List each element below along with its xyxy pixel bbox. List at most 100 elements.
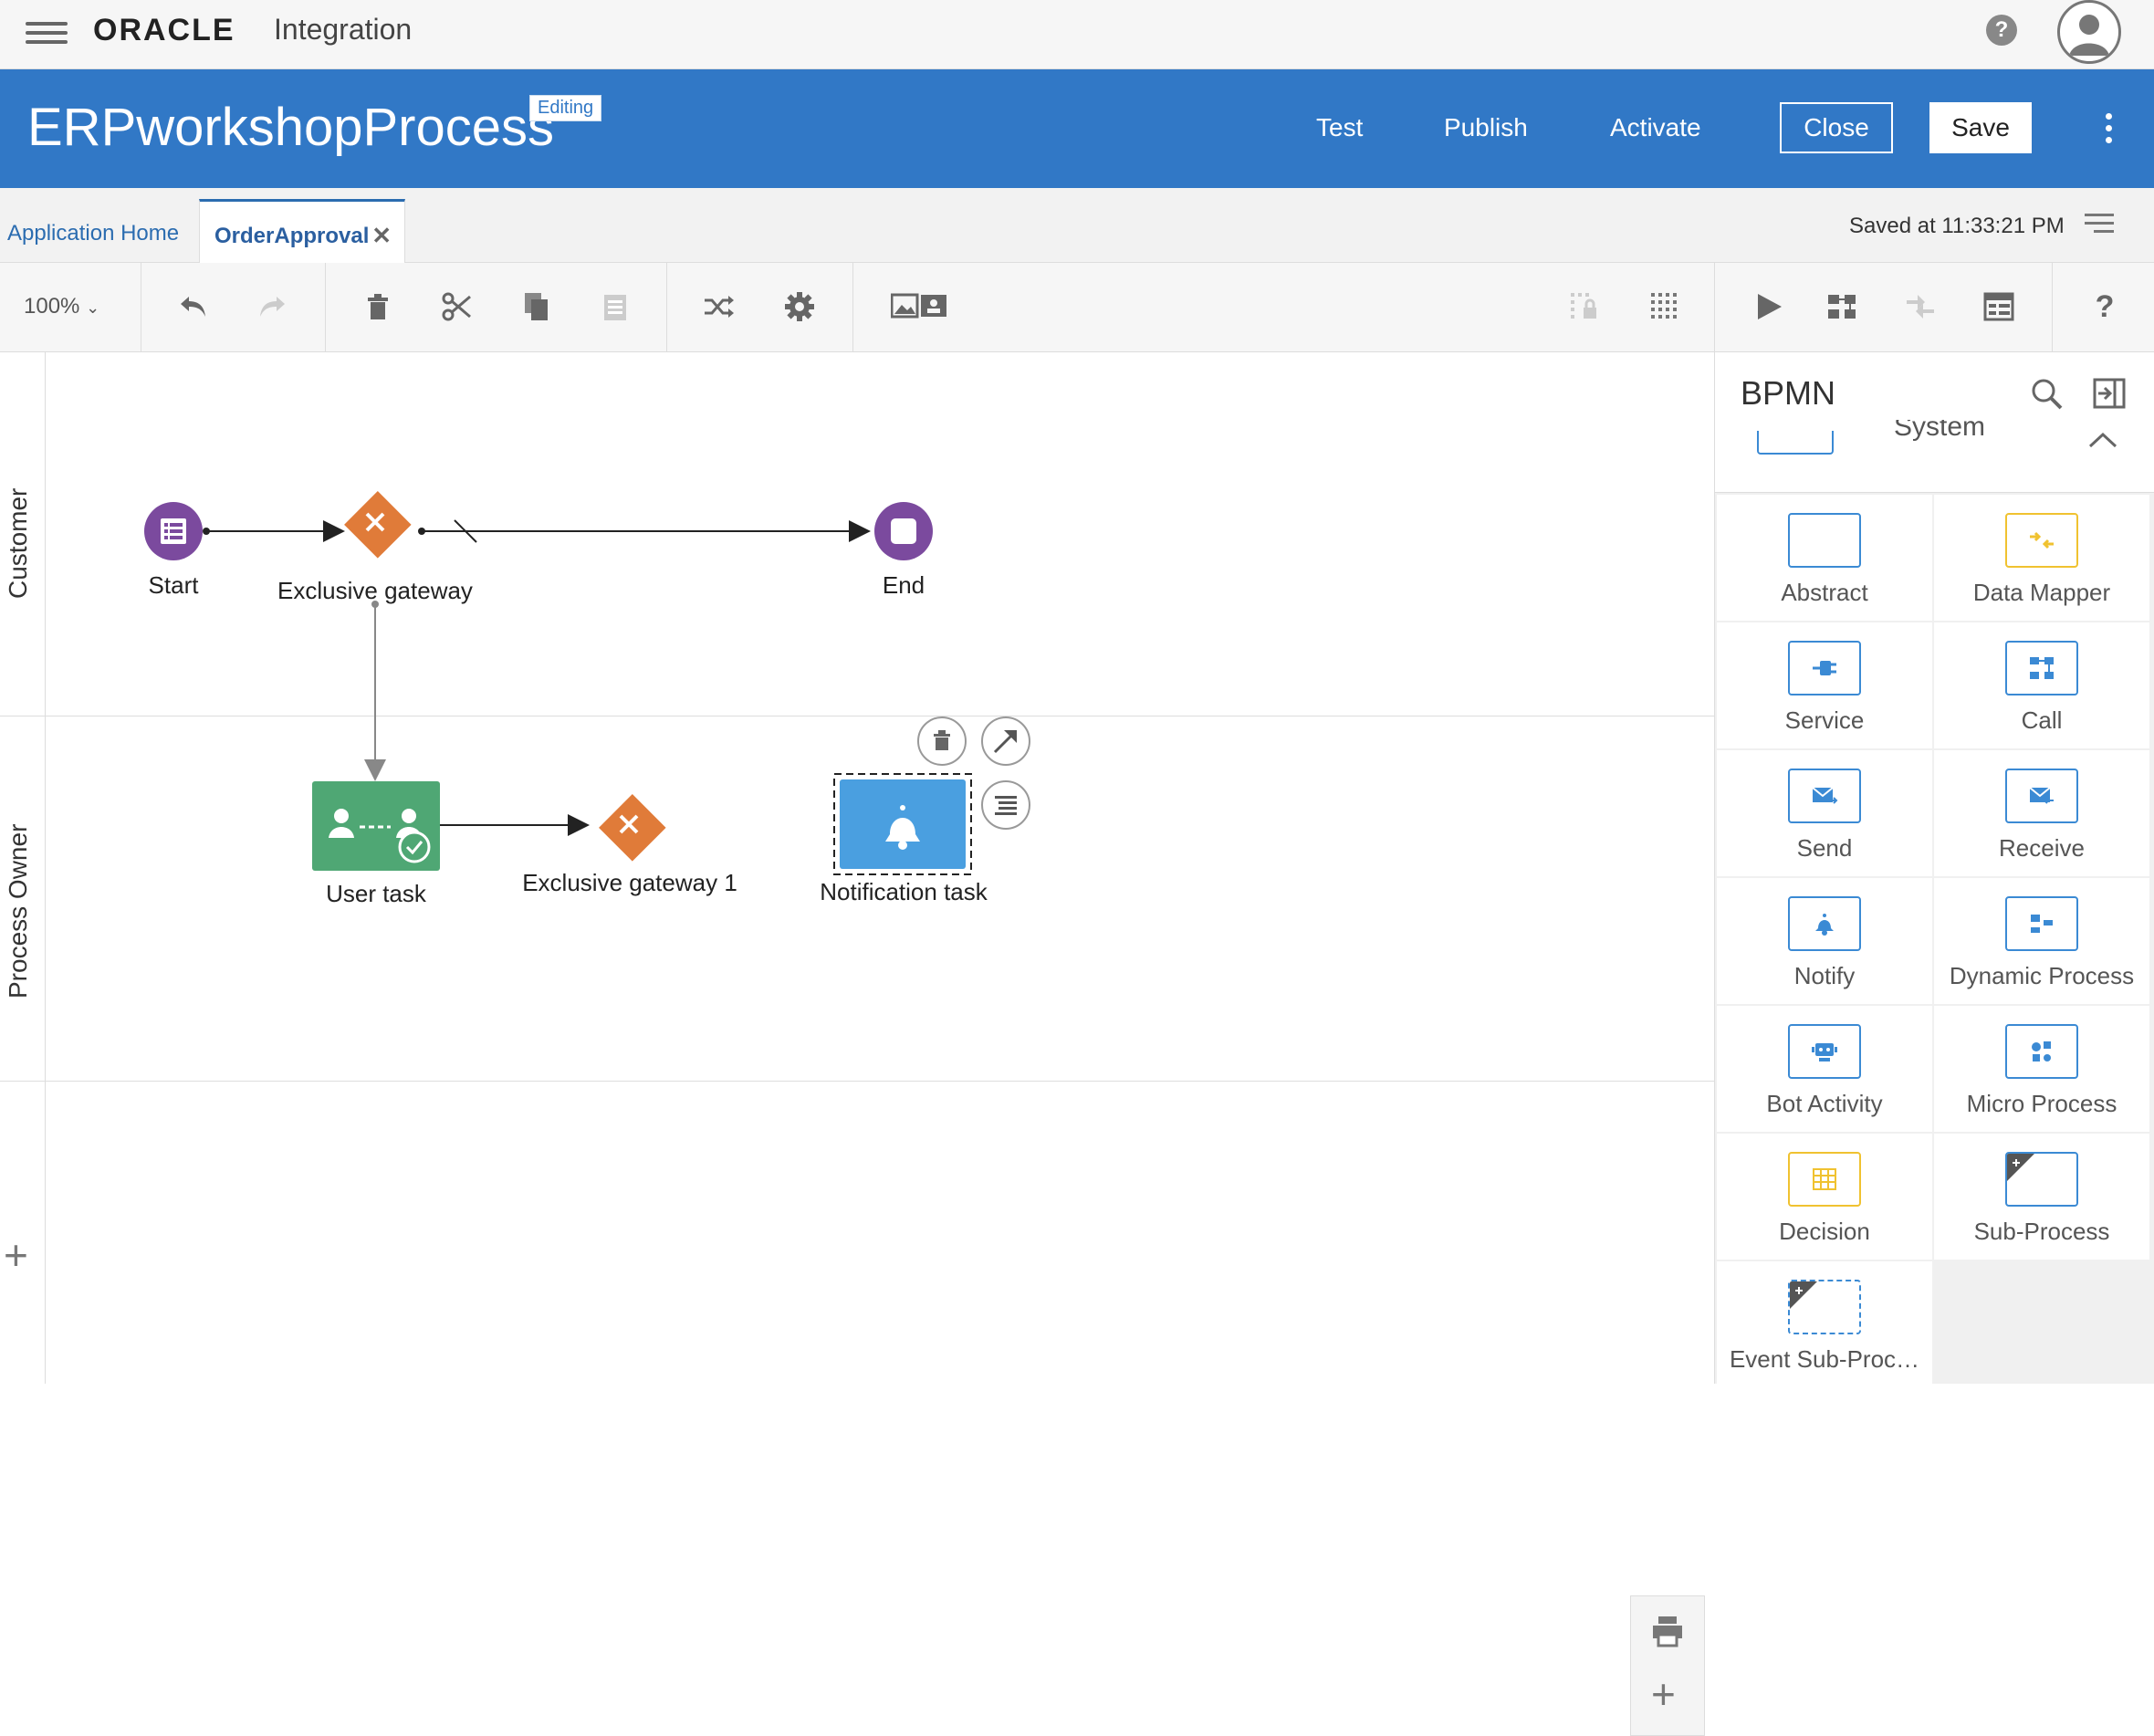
- sequence-flow[interactable]: [203, 520, 345, 542]
- collapse-panel-icon[interactable]: [2093, 378, 2126, 413]
- palette-item-label: Send: [1796, 834, 1853, 862]
- start-event-label: Start: [148, 571, 199, 599]
- send-envelope-icon: [1788, 769, 1861, 823]
- user-task[interactable]: [312, 781, 440, 871]
- flow-diagram: [144, 491, 1030, 875]
- palette-item-label: Dynamic Process: [1949, 962, 2135, 989]
- default-sequence-flow[interactable]: [418, 519, 871, 543]
- end-event[interactable]: [874, 502, 933, 560]
- copy-icon[interactable]: [518, 288, 555, 325]
- gateway-1-label: Exclusive gateway 1: [522, 869, 737, 896]
- test-button[interactable]: Test: [1316, 113, 1363, 142]
- palette-item-dynamic-process[interactable]: Dynamic Process: [1934, 878, 2149, 1004]
- shuffle-icon[interactable]: [701, 288, 737, 325]
- palette-item-notify[interactable]: Notify: [1717, 878, 1932, 1004]
- palette-title: BPMN: [1741, 374, 1836, 412]
- palette-item-label: Receive: [1999, 834, 2085, 862]
- oracle-logo: ORACLE: [93, 13, 235, 47]
- form-table-icon[interactable]: [1981, 288, 2017, 325]
- chevron-down-icon: ⌄: [86, 298, 100, 317]
- search-icon[interactable]: [2031, 378, 2064, 415]
- editor-toolbar: 100% ⌄ ?: [0, 263, 2154, 352]
- hamburger-menu-icon[interactable]: [26, 16, 68, 49]
- exclusive-gateway[interactable]: [344, 491, 412, 559]
- palette-item-service[interactable]: Service: [1717, 622, 1932, 748]
- sub-process-icon: [2005, 1152, 2078, 1207]
- palette-item-label: Service: [1784, 706, 1865, 734]
- context-connect-arrow-icon[interactable]: [981, 716, 1030, 766]
- list-menu-icon[interactable]: [2085, 214, 2114, 239]
- bpmn-palette: BPMN System Abstract Data Mapper Service…: [1714, 352, 2154, 1387]
- palette-item-receive[interactable]: Receive: [1934, 750, 2149, 876]
- canvas-zoom-widget: +: [1630, 1595, 1705, 1736]
- palette-item-decision[interactable]: Decision: [1717, 1134, 1932, 1260]
- chevron-up-icon[interactable]: [2087, 431, 2118, 454]
- exclusive-gateway-1[interactable]: [599, 794, 666, 862]
- top-bar: ORACLE Integration ?: [0, 0, 2154, 69]
- palette-item-data-mapper[interactable]: Data Mapper: [1934, 495, 2149, 621]
- palette-item-bot-activity[interactable]: Bot Activity: [1717, 1006, 1932, 1132]
- palette-item-label: Decision: [1779, 1218, 1870, 1245]
- context-delete-icon[interactable]: [917, 716, 967, 766]
- zoom-in-button[interactable]: +: [1651, 1673, 1676, 1715]
- palette-partial-item-icon: [1757, 431, 1834, 455]
- notification-task-label: Notification task: [820, 878, 988, 905]
- start-event[interactable]: [144, 502, 203, 560]
- play-icon[interactable]: [1751, 288, 1787, 325]
- process-canvas[interactable]: Customer Process Owner + Start Exclusive…: [0, 352, 1714, 1736]
- event-sub-process-icon: [1788, 1280, 1861, 1334]
- flow-icon[interactable]: [1824, 288, 1860, 325]
- delete-icon[interactable]: [360, 288, 396, 325]
- service-plug-icon: [1788, 641, 1861, 695]
- tab-order-approval[interactable]: OrderApproval ✕: [199, 199, 405, 263]
- question-circle-icon[interactable]: ?: [1986, 15, 2017, 46]
- cut-icon[interactable]: [438, 288, 475, 325]
- page-title: ERPworkshopProcess: [27, 98, 554, 157]
- product-name: Integration: [274, 13, 413, 46]
- image-card-icon[interactable]: [891, 288, 947, 325]
- activate-button[interactable]: Activate: [1610, 113, 1701, 142]
- tab-bar: Application Home OrderApproval ✕ Saved a…: [0, 188, 2154, 263]
- undo-icon[interactable]: [175, 288, 212, 325]
- palette-item-sub-process[interactable]: Sub-Process: [1934, 1134, 2149, 1260]
- palette-item-event-sub-process[interactable]: Event Sub-Proc…: [1717, 1261, 1932, 1387]
- gateway-label: Exclusive gateway: [277, 577, 473, 604]
- saved-status: Saved at 11:33:21 PM: [1849, 214, 2065, 238]
- palette-item-abstract[interactable]: Abstract: [1717, 495, 1932, 621]
- settings-gear-icon[interactable]: [781, 288, 818, 325]
- palette-item-call[interactable]: Call: [1934, 622, 2149, 748]
- call-flow-icon: [2005, 641, 2078, 695]
- user-avatar-icon[interactable]: [2057, 0, 2121, 64]
- publish-button[interactable]: Publish: [1444, 113, 1528, 142]
- zoom-select[interactable]: 100% ⌄: [24, 294, 99, 319]
- palette-item-label: Abstract: [1781, 579, 1868, 606]
- receive-envelope-icon: [2005, 769, 2078, 823]
- palette-item-label: Data Mapper: [1972, 579, 2111, 606]
- abstract-box-icon: [1788, 513, 1861, 568]
- tab-application-home[interactable]: Application Home: [7, 221, 179, 246]
- save-button[interactable]: Save: [1929, 102, 2032, 153]
- data-mapper-icon: [2005, 513, 2078, 568]
- kebab-menu-icon[interactable]: [2096, 110, 2121, 150]
- print-icon[interactable]: [1651, 1615, 1684, 1652]
- help-question-icon[interactable]: ?: [2086, 288, 2123, 325]
- sequence-flow[interactable]: [364, 601, 386, 781]
- user-task-label: User task: [326, 880, 426, 907]
- notification-task[interactable]: [833, 773, 972, 875]
- bell-icon: [1788, 896, 1861, 951]
- palette-item-label: Sub-Process: [1973, 1218, 2110, 1245]
- context-properties-icon[interactable]: [981, 780, 1030, 830]
- lock-grid-icon[interactable]: [1566, 288, 1603, 325]
- close-icon[interactable]: ✕: [371, 222, 392, 250]
- collapse-arrows-icon[interactable]: [1902, 288, 1939, 325]
- redo-icon[interactable]: [254, 288, 290, 325]
- palette-item-micro-process[interactable]: Micro Process: [1934, 1006, 2149, 1132]
- close-button[interactable]: Close: [1780, 102, 1893, 153]
- process-header: ERPworkshopProcess Editing Test Publish …: [0, 69, 2154, 188]
- tab-label: OrderApproval: [214, 224, 370, 248]
- palette-item-send[interactable]: Send: [1717, 750, 1932, 876]
- zoom-value: 100%: [24, 294, 80, 319]
- palette-item-label: Event Sub-Proc…: [1729, 1345, 1920, 1373]
- paste-icon[interactable]: [597, 288, 633, 325]
- grid-dots-icon[interactable]: [1647, 288, 1683, 325]
